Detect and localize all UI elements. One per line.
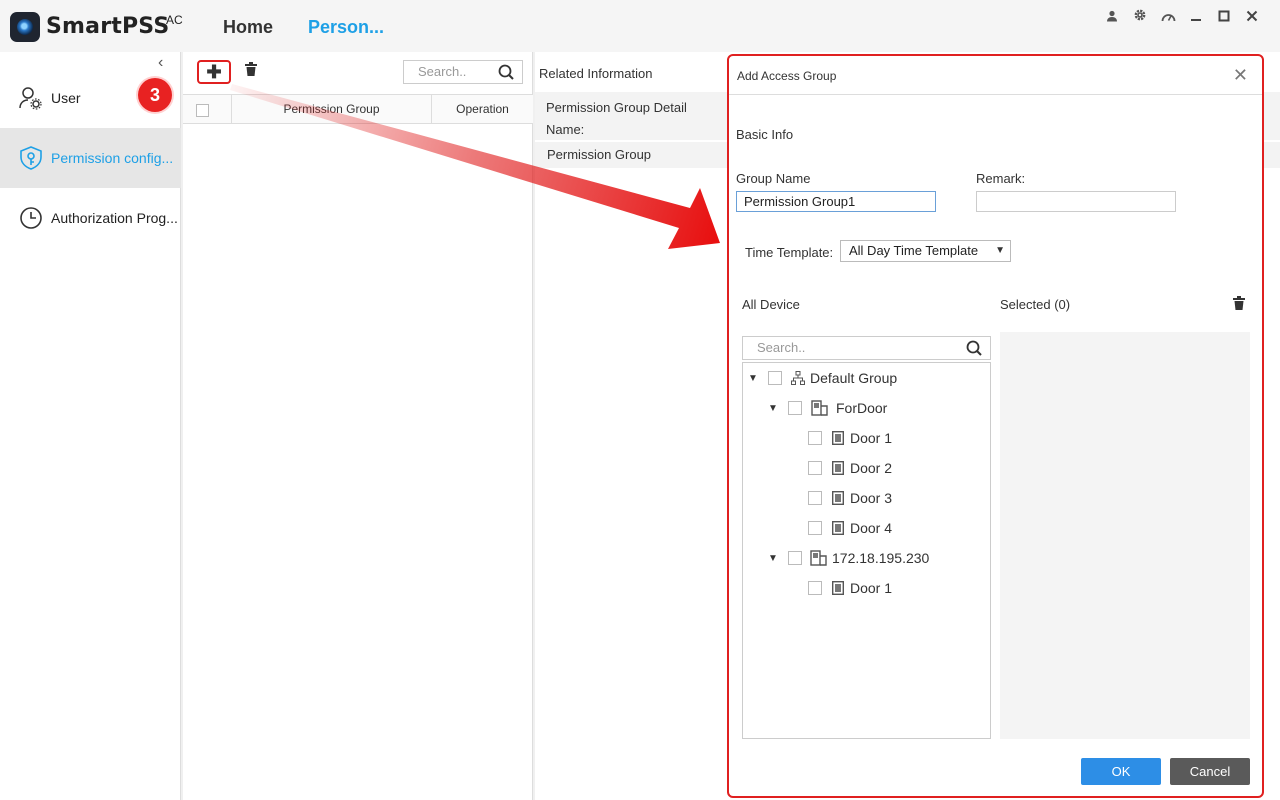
sidebar-item-permission-config[interactable]: Permission config... (0, 128, 181, 188)
selected-count-label: Selected (0) (1000, 297, 1071, 312)
clock-icon (18, 205, 44, 231)
tree-node-label: Door 1 (850, 430, 893, 446)
door-icon (830, 520, 846, 536)
tree-checkbox[interactable] (808, 581, 822, 595)
close-icon[interactable] (1244, 9, 1260, 25)
ok-button[interactable]: OK (1081, 758, 1161, 785)
tree-node-label: Door 4 (850, 520, 893, 536)
chevron-down-icon: ▼ (995, 245, 1005, 256)
dialog-close-icon[interactable]: ✕ (1233, 65, 1248, 86)
shield-key-icon (18, 145, 44, 171)
app-name-superscript: AC (166, 13, 183, 27)
table-header: Permission Group Operation (183, 94, 533, 124)
tree-node[interactable]: Door 1 (808, 578, 892, 598)
trash-icon (245, 62, 257, 76)
tree-checkbox[interactable] (768, 371, 782, 385)
sidebar-item-label: User (51, 90, 81, 106)
group-name-input[interactable]: Permission Group1 (736, 191, 936, 212)
expand-arrow-icon[interactable]: ▼ (748, 373, 762, 384)
all-device-label: All Device (742, 297, 800, 312)
door-icon (830, 460, 846, 476)
group-name-label: Group Name (736, 171, 811, 186)
tree-node[interactable]: ▼ Default Group (748, 368, 897, 388)
remark-input[interactable] (976, 191, 1176, 212)
divider (729, 94, 1262, 95)
tree-node-label: Default Group (810, 370, 898, 386)
app-logo-icon (10, 12, 40, 42)
select-all-checkbox[interactable] (196, 104, 209, 117)
app-name: SmartPSS (46, 14, 170, 39)
tree-node[interactable]: Door 3 (808, 488, 892, 508)
trash-icon (1233, 296, 1245, 310)
device-search-placeholder: Search.. (757, 340, 806, 355)
tree-node-label: ForDoor (836, 400, 888, 416)
time-template-label: Time Template: (745, 245, 834, 260)
time-template-select[interactable]: All Day Time Template ▼ (840, 240, 1011, 262)
minimize-icon[interactable] (1188, 9, 1204, 25)
door-icon (830, 430, 846, 446)
add-button[interactable]: ✚ (197, 60, 231, 84)
tree-node-label: Door 1 (850, 580, 893, 596)
gear-icon[interactable] (1132, 8, 1148, 25)
tree-checkbox[interactable] (808, 521, 822, 535)
tab-home[interactable]: Home (223, 17, 273, 38)
device-search-input[interactable]: Search.. (742, 336, 991, 360)
door-icon (830, 580, 846, 596)
group-search-input[interactable]: Search.. (403, 60, 523, 84)
tree-node[interactable]: Door 2 (808, 458, 892, 478)
dialog-title: Add Access Group (737, 69, 837, 83)
sidebar-item-label: Authorization Prog... (51, 210, 178, 226)
tree-checkbox[interactable] (788, 551, 802, 565)
title-bar: SmartPSS AC Home Person... (0, 0, 1280, 52)
tree-node[interactable]: ▼ ForDoor (768, 398, 887, 418)
tree-checkbox[interactable] (808, 431, 822, 445)
search-placeholder: Search.. (418, 64, 467, 79)
tree-node-label: Door 2 (850, 460, 893, 476)
step-badge: 3 (138, 78, 172, 112)
access-controller-icon (810, 550, 828, 566)
tree-node[interactable]: Door 1 (808, 428, 892, 448)
plus-icon: ✚ (206, 61, 222, 82)
sidebar-item-label: Permission config... (51, 150, 174, 166)
sidebar: ‹ User 3 Permission config... Authorizat… (0, 52, 181, 800)
search-icon[interactable] (498, 64, 514, 87)
cancel-button[interactable]: Cancel (1170, 758, 1250, 785)
related-information-title: Related Information (539, 66, 653, 81)
basic-info-heading: Basic Info (736, 127, 794, 142)
remark-label: Remark: (976, 171, 1026, 186)
expand-arrow-icon[interactable]: ▼ (768, 403, 782, 414)
tab-person[interactable]: Person... (308, 17, 384, 38)
expand-arrow-icon[interactable]: ▼ (768, 553, 782, 564)
list-toolbar: ✚ Search.. (183, 52, 533, 92)
selected-devices-list (1000, 332, 1250, 739)
sidebar-item-authorization-progress[interactable]: Authorization Prog... (0, 188, 181, 248)
user-settings-icon (18, 85, 44, 111)
device-tree: ▼ Default Group ▼ ForDoor Door 1 Door 2 … (742, 362, 991, 739)
tree-node[interactable]: ▼ 172.18.195.230 (768, 548, 929, 568)
clear-selected-button[interactable] (1233, 296, 1245, 313)
access-controller-icon (810, 400, 830, 416)
user-icon[interactable] (1104, 9, 1120, 25)
door-icon (830, 490, 846, 506)
permission-group-list: ✚ Search.. Permission Group Operation (183, 52, 533, 800)
delete-button[interactable] (245, 62, 257, 80)
search-icon[interactable] (966, 340, 982, 363)
tree-checkbox[interactable] (788, 401, 802, 415)
dashboard-icon[interactable] (1160, 9, 1176, 25)
window-controls (1104, 8, 1260, 25)
tree-node-label: 172.18.195.230 (832, 550, 930, 566)
tree-checkbox[interactable] (808, 461, 822, 475)
tree-checkbox[interactable] (808, 491, 822, 505)
column-permission-group[interactable]: Permission Group (231, 95, 431, 123)
column-operation[interactable]: Operation (431, 95, 533, 123)
add-access-group-dialog: Add Access Group ✕ Basic Info Group Name… (727, 54, 1264, 798)
maximize-icon[interactable] (1216, 9, 1232, 25)
tree-node[interactable]: Door 4 (808, 518, 892, 538)
tree-node-label: Door 3 (850, 490, 893, 506)
org-group-icon (790, 370, 806, 386)
time-template-value: All Day Time Template (849, 243, 979, 258)
